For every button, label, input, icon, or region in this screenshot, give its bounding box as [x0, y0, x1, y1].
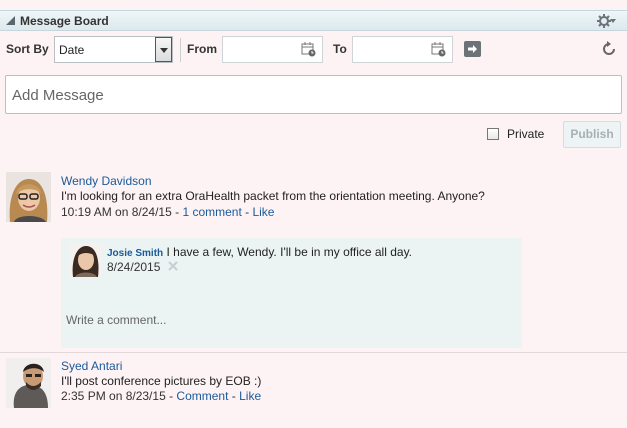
toolbar-divider — [180, 38, 181, 62]
reply-text: I have a few, Wendy. I'll be in my offic… — [166, 245, 413, 259]
reply-line: Josie Smith I have a few, Wendy. I'll be… — [107, 245, 412, 259]
calendar-icon[interactable] — [301, 42, 316, 57]
post-meta: 2:35 PM on 8/23/15 - Comment - Like — [61, 389, 261, 403]
avatar[interactable] — [6, 358, 51, 408]
avatar[interactable] — [6, 172, 51, 222]
add-message-input[interactable]: Add Message — [5, 75, 622, 114]
post-author-link[interactable]: Wendy Davidson — [61, 174, 152, 188]
post-time: 2:35 PM on 8/23/15 — [61, 389, 166, 403]
post-text: I'm looking for an extra OraHealth packe… — [61, 189, 485, 203]
post-author-link[interactable]: Syed Antari — [61, 359, 122, 373]
sort-by-select[interactable]: Date — [54, 36, 173, 63]
arrow-right-icon — [468, 45, 477, 53]
calendar-icon[interactable] — [431, 42, 446, 57]
write-comment-input[interactable]: Write a comment... — [61, 308, 522, 348]
post-meta: 10:19 AM on 8/24/15 - 1 comment - Like — [61, 205, 274, 219]
write-comment-placeholder: Write a comment... — [66, 313, 167, 327]
sort-by-value: Date — [59, 43, 85, 57]
collapse-triangle-icon[interactable] — [6, 16, 15, 25]
meta-separator: - — [241, 205, 253, 219]
meta-separator: - — [171, 205, 183, 219]
chevron-down-icon[interactable] — [155, 37, 172, 62]
post-divider — [0, 352, 627, 353]
sort-by-label: Sort By — [6, 42, 49, 56]
comments-link[interactable]: 1 comment — [182, 205, 241, 219]
private-checkbox[interactable] — [487, 128, 499, 140]
reply-date: 8/24/2015 — [107, 260, 161, 274]
add-message-placeholder: Add Message — [12, 87, 104, 104]
chevron-down-icon — [610, 19, 616, 23]
to-date-input[interactable] — [352, 36, 453, 63]
like-link[interactable]: Like — [239, 389, 261, 403]
gear-icon[interactable] — [597, 13, 619, 29]
comment-link[interactable]: Comment — [176, 389, 228, 403]
from-label: From — [187, 42, 217, 56]
delete-icon[interactable] — [167, 260, 179, 272]
like-link[interactable]: Like — [252, 205, 274, 219]
reply-author-link[interactable]: Josie Smith — [107, 248, 163, 259]
panel-title: Message Board — [20, 14, 109, 28]
refresh-icon[interactable] — [600, 40, 618, 58]
avatar[interactable] — [69, 243, 102, 277]
meta-separator: - — [165, 389, 177, 403]
private-label: Private — [507, 127, 545, 141]
post-time: 10:19 AM on 8/24/15 — [61, 205, 172, 219]
from-date-input[interactable] — [222, 36, 323, 63]
publish-button[interactable]: Publish — [563, 121, 621, 148]
post-text: I'll post conference pictures by EOB :) — [61, 374, 262, 388]
to-label: To — [333, 42, 347, 56]
comment-thread: Josie Smith I have a few, Wendy. I'll be… — [61, 238, 522, 348]
go-arrow-button[interactable] — [464, 41, 481, 57]
meta-separator: - — [228, 389, 240, 403]
panel-header: Message Board — [0, 10, 627, 31]
